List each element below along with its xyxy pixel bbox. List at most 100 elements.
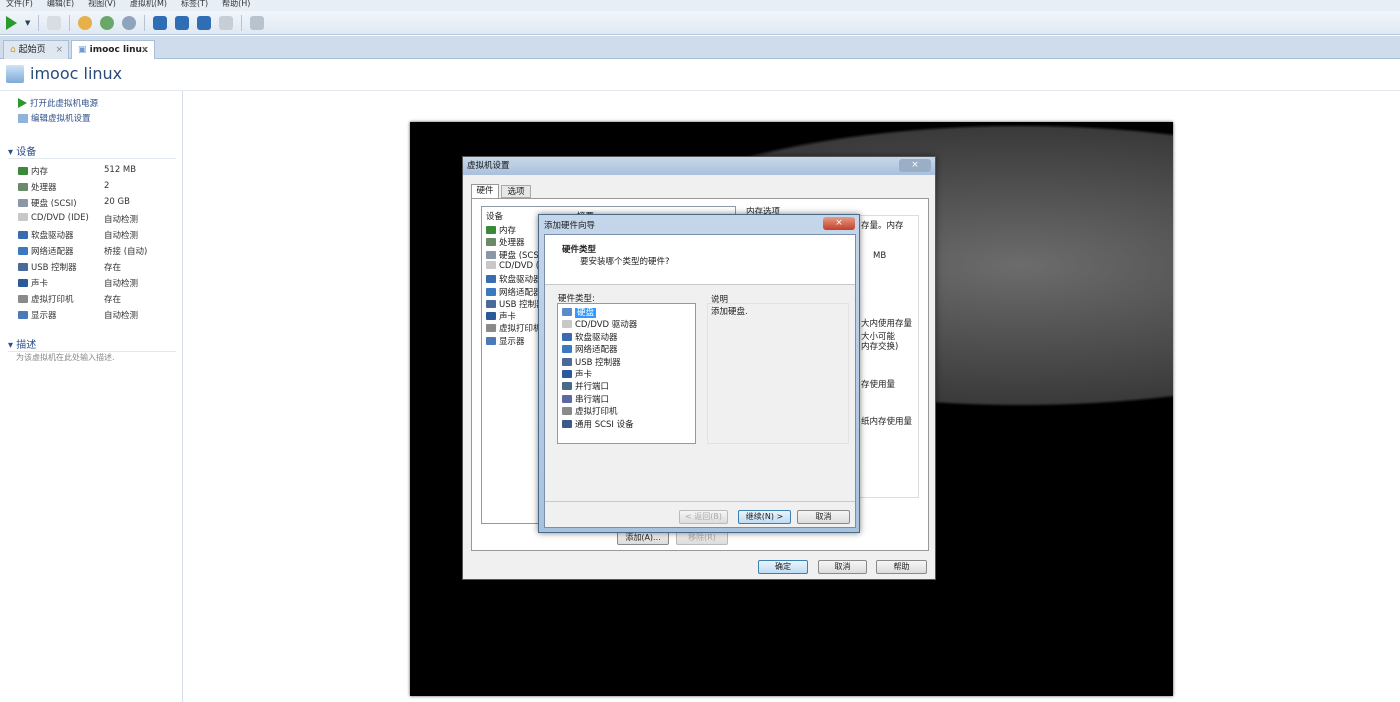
tab-imooc-linux[interactable]: ▣ imooc linux × — [71, 40, 155, 59]
help-button[interactable]: 帮助 — [876, 560, 927, 574]
toolbar-separator — [38, 14, 40, 31]
device-row[interactable]: CD/DVD (IDE) 自动检测 — [18, 213, 178, 225]
add-hardware-button[interactable]: 添加(A)... — [617, 531, 669, 545]
send-keys-icon[interactable] — [47, 15, 62, 30]
ok-button[interactable]: 确定 — [758, 560, 808, 574]
device-row[interactable]: 硬盘 (SCSI) 20 GB — [18, 197, 178, 209]
description-placeholder[interactable]: 为该虚拟机在此处输入描述. — [16, 352, 176, 363]
settings-device-item[interactable]: 软盘驱动器 — [486, 273, 542, 285]
action-label: 打开此虚拟机电源 — [30, 99, 99, 109]
close-icon[interactable]: × — [823, 217, 855, 230]
next-button[interactable]: 继续(N) > — [738, 510, 791, 524]
fullscreen-icon[interactable] — [197, 15, 212, 30]
device-row[interactable]: 显示器 自动检测 — [18, 309, 178, 321]
wizard-subheading: 要安装哪个类型的硬件? — [580, 257, 670, 267]
cancel-button[interactable]: 取消 — [818, 560, 867, 574]
settings-device-item[interactable]: 网络适配器 — [486, 286, 542, 298]
settings-device-item[interactable]: 内存 — [486, 224, 516, 236]
settings-device-item[interactable]: 虚拟打印机 — [486, 322, 542, 334]
hardware-type-item[interactable]: 软盘驱动器 — [562, 331, 618, 343]
dialog-title: 虚拟机设置 — [467, 161, 510, 171]
description-section-header[interactable]: ▾ 描述 — [8, 336, 176, 352]
col-device: 设备 — [486, 212, 504, 222]
hardware-type-item[interactable]: 网络适配器 — [562, 343, 618, 355]
cancel-button[interactable]: 取消 — [797, 510, 850, 524]
menu-view[interactable]: 视图(V) — [88, 0, 116, 11]
device-value: 自动检测 — [104, 215, 139, 225]
device-row[interactable]: 处理器 2 — [18, 181, 178, 193]
show-sidebar-icon[interactable] — [153, 15, 168, 30]
cdrom-icon — [18, 213, 28, 221]
device-name: CD/DVD (IDE) — [31, 213, 89, 223]
vm-summary-pane: 打开此虚拟机电源 编辑虚拟机设置 ▾ 设备 内存 512 MB 处理器 2 硬盘 (SC… — [0, 91, 183, 702]
hardware-type-item[interactable]: CD/DVD 驱动器 — [562, 318, 637, 330]
vm-title-text: imooc linux — [30, 64, 123, 83]
add-hardware-wizard: 添加硬件向导 × 硬件类型 要安装哪个类型的硬件? 硬件类型: 硬盘 CD/DVD… — [538, 214, 860, 533]
close-icon[interactable]: × — [899, 159, 931, 172]
settings-device-item[interactable]: 硬盘 (SCSI) — [486, 249, 545, 261]
settings-device-item[interactable]: 处理器 — [486, 236, 525, 248]
device-row[interactable]: 虚拟打印机 存在 — [18, 293, 178, 305]
tab-options[interactable]: 选项 — [501, 185, 531, 198]
menu-tabs[interactable]: 标签(T) — [181, 0, 208, 11]
harddisk-icon — [486, 250, 496, 259]
edit-settings-action[interactable]: 编辑虚拟机设置 — [18, 112, 91, 124]
harddisk-icon — [18, 199, 28, 207]
power-on-action[interactable]: 打开此虚拟机电源 — [18, 97, 98, 109]
menu-file[interactable]: 文件(F) — [6, 0, 33, 11]
settings-device-item[interactable]: USB 控制器 — [486, 298, 545, 310]
printer-icon — [486, 324, 496, 333]
section-title: 描述 — [16, 340, 37, 351]
floppy-icon — [486, 275, 496, 284]
settings-device-item[interactable]: 声卡 — [486, 310, 516, 322]
device-row[interactable]: 网络适配器 桥接 (自动) — [18, 245, 178, 257]
hardware-type-item[interactable]: 并行端口 — [562, 380, 609, 392]
device-value: 自动检测 — [104, 231, 139, 241]
display-icon — [18, 311, 28, 319]
sound-icon — [562, 370, 572, 378]
device-name: 虚拟打印机 — [31, 295, 74, 305]
device-name: 声卡 — [31, 279, 49, 289]
snapshot-icon[interactable] — [78, 15, 93, 30]
tab-home[interactable]: ⌂ 起始页 × — [3, 40, 69, 59]
toolbar-separator — [69, 14, 71, 31]
usb-icon — [562, 357, 572, 366]
hardware-type-item[interactable]: USB 控制器 — [562, 356, 621, 368]
memory-icon — [18, 167, 28, 175]
thumbnail-icon[interactable] — [250, 15, 265, 30]
network-icon — [18, 247, 28, 255]
revert-snapshot-icon[interactable] — [100, 15, 115, 30]
device-row[interactable]: 声卡 自动检测 — [18, 277, 178, 289]
console-view-icon[interactable] — [175, 15, 190, 30]
snapshot-manager-icon[interactable] — [122, 15, 137, 30]
menu-help[interactable]: 帮助(H) — [222, 0, 250, 11]
play-icon[interactable] — [6, 15, 17, 30]
hardware-type-item[interactable]: 声卡 — [562, 368, 592, 380]
vm-icon — [6, 64, 24, 83]
dropdown-icon[interactable]: ▼ — [25, 19, 30, 27]
device-row[interactable]: 内存 512 MB — [18, 165, 178, 177]
hardware-type-label: 虚拟打印机 — [575, 407, 618, 418]
back-button[interactable]: < 返回(B) — [679, 510, 728, 524]
close-tab-icon[interactable]: × — [55, 41, 63, 59]
hardware-type-item[interactable]: 通用 SCSI 设备 — [562, 418, 634, 430]
tab-hardware[interactable]: 硬件 — [471, 184, 499, 198]
device-name: 网络适配器 — [499, 287, 542, 298]
device-row[interactable]: USB 控制器 存在 — [18, 261, 178, 273]
hardware-type-list[interactable]: 硬盘 CD/DVD 驱动器 软盘驱动器 网络适配器 USB 控制器 声卡 并行端口 串行端口虚… — [557, 303, 696, 444]
settings-device-item[interactable]: 显示器 — [486, 335, 525, 347]
hardware-type-item[interactable]: 串行端口 — [562, 393, 609, 405]
cdrom-icon — [486, 260, 496, 269]
device-name: 软盘驱动器 — [31, 231, 74, 241]
menu-vm[interactable]: 虚拟机(M) — [130, 0, 167, 11]
device-row[interactable]: 软盘驱动器 自动检测 — [18, 229, 178, 241]
menu-edit[interactable]: 编辑(E) — [47, 0, 74, 11]
devices-section-header[interactable]: ▾ 设备 — [8, 143, 176, 159]
hardware-type-item[interactable]: 硬盘 — [562, 306, 597, 318]
unity-icon[interactable] — [219, 15, 234, 30]
hardware-type-item[interactable]: 虚拟打印机 — [562, 405, 618, 417]
device-value: 20 GB — [104, 197, 130, 207]
cpu-icon — [486, 238, 496, 247]
close-tab-icon[interactable]: × — [141, 41, 149, 59]
remove-hardware-button[interactable]: 移除(R) — [676, 531, 728, 545]
